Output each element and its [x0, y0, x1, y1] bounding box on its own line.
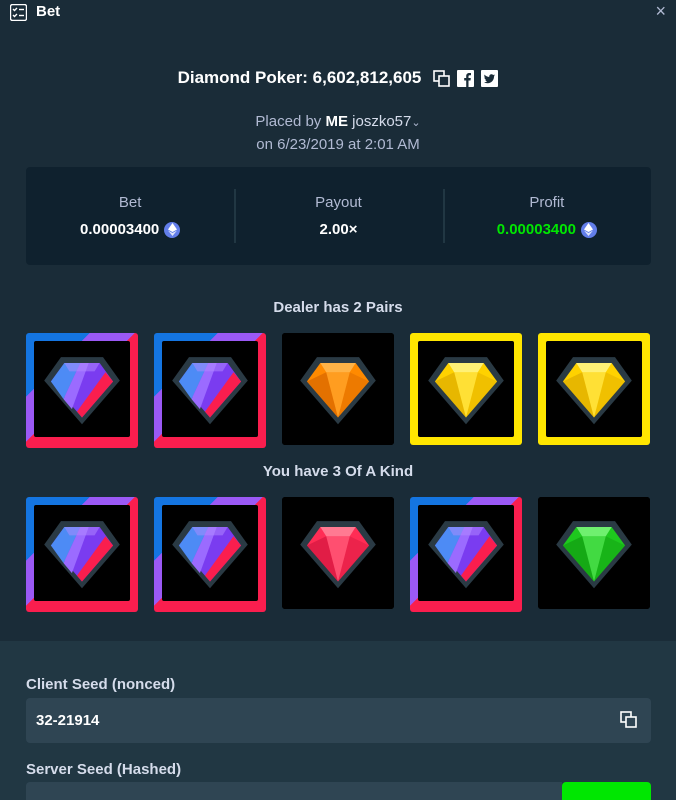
dealer-card-4	[410, 333, 522, 445]
player-hand	[26, 497, 650, 612]
card-face	[282, 333, 394, 445]
yellow-diamond-icon	[428, 357, 504, 425]
card-face	[162, 341, 258, 437]
copy-icon[interactable]	[433, 69, 451, 87]
ethereum-icon	[580, 221, 597, 238]
dealer-card-3	[282, 333, 394, 445]
bet-date: on 6/23/2019 at 2:01 AM	[256, 136, 420, 153]
player-card-2	[154, 497, 266, 612]
card-face	[34, 505, 130, 601]
player-hand-label: You have 3 Of A Kind	[262, 463, 414, 480]
purple-diamond-icon	[172, 521, 248, 589]
client-seed-value: 32-21914	[36, 712, 100, 729]
player-card-4	[410, 497, 522, 612]
player-card-1	[26, 497, 138, 612]
facebook-icon[interactable]	[457, 69, 475, 87]
yellow-diamond-icon	[556, 357, 632, 425]
purple-diamond-icon	[44, 357, 120, 425]
player-card-3	[282, 497, 394, 609]
bet-label: Bet	[118, 194, 142, 211]
client-seed-field[interactable]: 32-21914	[26, 698, 651, 743]
client-seed-label: Client Seed (nonced)	[26, 676, 176, 693]
orange-diamond-icon	[300, 357, 376, 425]
dealer-hand	[26, 333, 650, 448]
red-diamond-icon	[300, 521, 376, 589]
payout-label: Payout	[315, 194, 362, 211]
card-face	[538, 497, 650, 609]
purple-diamond-icon	[428, 521, 504, 589]
card-face	[34, 341, 130, 437]
window-title: Bet	[36, 3, 61, 20]
purple-diamond-icon	[44, 521, 120, 589]
copy-icon[interactable]	[620, 711, 637, 728]
payout-value: 2.00×	[319, 221, 358, 238]
dealer-card-2	[154, 333, 266, 448]
dealer-card-5	[538, 333, 650, 445]
ethereum-icon	[164, 221, 181, 238]
bet-headline: Diamond Poker: 6,602,812,605	[0, 68, 676, 88]
window-titlebar: Bet ×	[0, 0, 676, 26]
profit-amount: 0.00003400	[496, 221, 576, 238]
twitter-icon[interactable]	[481, 69, 499, 87]
server-seed-label: Server Seed (Hashed)	[26, 761, 182, 778]
card-face	[162, 505, 258, 601]
dealer-card-1	[26, 333, 138, 448]
card-face	[546, 341, 642, 437]
profit-label: Profit	[529, 194, 565, 211]
server-seed-action-button[interactable]	[562, 782, 651, 800]
list-check-icon	[10, 4, 27, 21]
card-face	[418, 505, 514, 601]
stat-payout: Payout 2.00×	[234, 167, 442, 265]
green-diamond-icon	[556, 521, 632, 589]
player-card-5	[538, 497, 650, 609]
bet-amount: 0.00003400	[80, 221, 160, 238]
placed-by-prefix: Placed by	[255, 113, 322, 130]
bet-stats-panel: Bet 0.00003400 Payout 2.00× Profit 0.000…	[26, 167, 651, 265]
stat-profit: Profit 0.00003400	[442, 167, 651, 265]
close-icon[interactable]: ×	[655, 1, 666, 22]
me-badge: ME	[325, 113, 348, 130]
placed-by: Placed by ME joszko57⌄ on 6/23/2019 at 2…	[0, 111, 676, 156]
username-link[interactable]: joszko57	[352, 113, 411, 130]
server-seed-field[interactable]	[26, 782, 562, 800]
card-face	[282, 497, 394, 609]
dealer-hand-label: Dealer has 2 Pairs	[273, 299, 403, 316]
stat-bet: Bet 0.00003400	[26, 167, 234, 265]
chevron-down-icon[interactable]: ⌄	[411, 117, 420, 129]
game-title: Diamond Poker: 6,602,812,605	[177, 68, 422, 87]
card-face	[418, 341, 514, 437]
purple-diamond-icon	[172, 357, 248, 425]
